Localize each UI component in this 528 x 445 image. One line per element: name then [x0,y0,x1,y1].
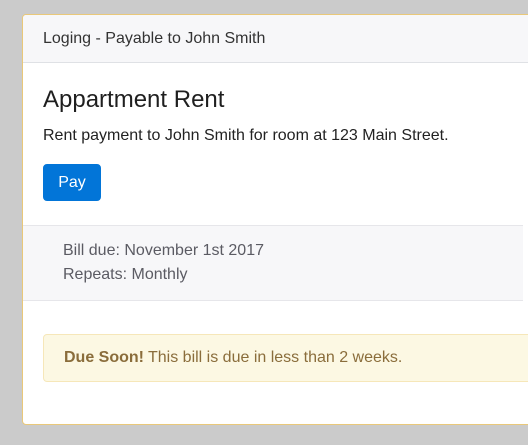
bill-description: Rent payment to John Smith for room at 1… [43,127,449,144]
card-body: Appartment Rent Rent payment to John Smi… [23,63,528,382]
pay-button[interactable]: Pay [43,164,101,201]
alert-strong: Due Soon! [64,349,144,366]
card-header: Loging - Payable to John Smith [23,15,528,63]
alert-text: This bill is due in less than 2 weeks. [148,349,403,366]
bill-details: Bill due: November 1st 2017 Repeats: Mon… [23,225,523,301]
due-soon-alert: Due Soon! This bill is due in less than … [43,334,528,382]
bill-due-date: Bill due: November 1st 2017 [63,242,264,259]
card-header-title: Loging - Payable to John Smith [43,29,266,47]
bill-card: Loging - Payable to John Smith Appartmen… [22,14,528,425]
bill-title: Appartment Rent [43,86,225,113]
bill-repeats: Repeats: Monthly [63,266,188,283]
